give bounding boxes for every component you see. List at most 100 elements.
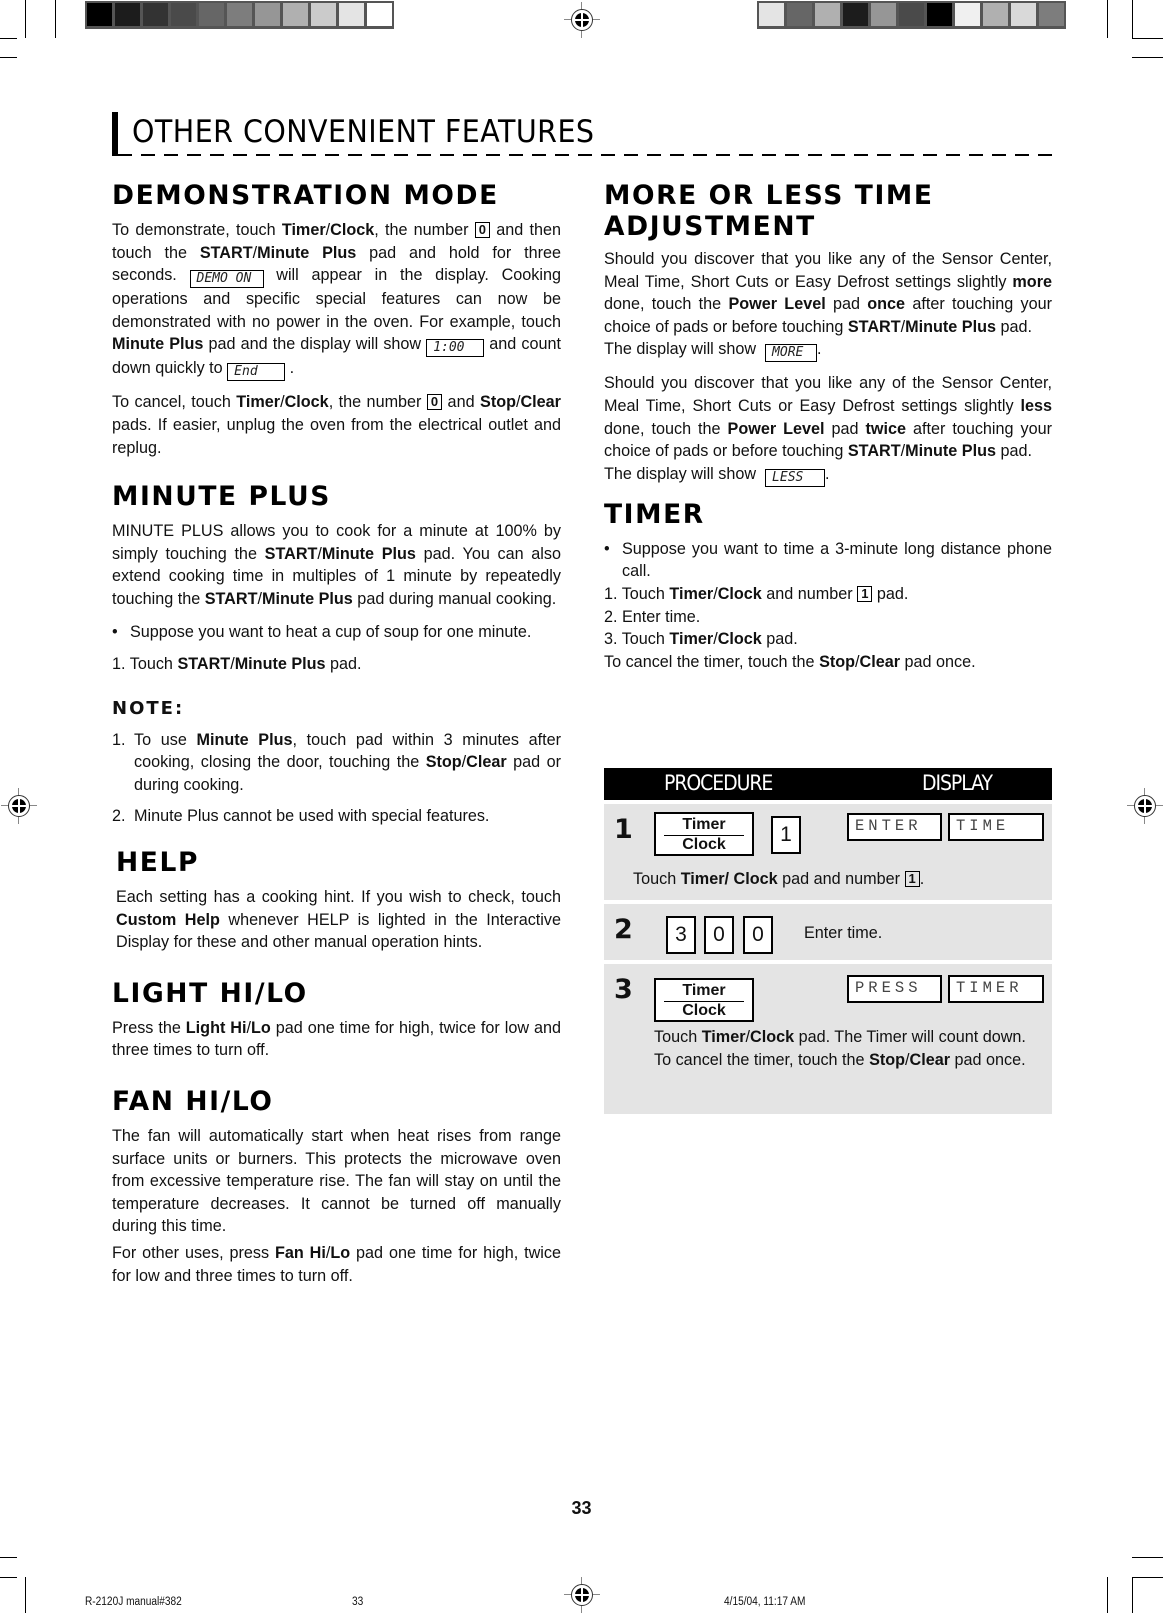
paragraph: Should you discover that you like any of… [604,372,1052,487]
key-badge: 1 [904,871,920,887]
text: pad [824,419,866,438]
text: pad during manual cooking. [352,589,557,608]
crop-mark [1132,1577,1163,1578]
pad-name: Clear [909,1050,951,1069]
note-item: 2. Minute Plus cannot be used with speci… [112,805,561,828]
paragraph: To cancel, touch Timer/Clock, the number… [112,391,561,459]
section-heading: LIGHT HI/LO [112,977,308,1009]
pad-name: Custom Help [116,910,220,929]
page-title: OTHER CONVENIENT FEATURES [132,114,595,150]
text: , the number [374,221,475,239]
pad-name: Power Level [727,419,825,438]
text: and [442,393,481,412]
text: . [825,464,830,483]
pad-name: Stop [869,1050,906,1069]
pad-name: Minute Plus [257,243,357,262]
pad-label-bottom: Clock [682,1002,726,1019]
pad-name: START [264,544,318,563]
step-item: 2. Enter time. [604,607,701,626]
pad-name: Timer [701,1028,746,1046]
lcd-display-badge: End [227,363,286,382]
bullet-item: • Suppose you want to heat a cup of soup… [112,621,561,644]
lcd-display-badge: MORE [765,344,818,363]
column-header-display: DISPLAY [922,771,993,795]
paragraph: The fan will automatically start when he… [112,1127,561,1236]
pad-name: Clock [330,221,375,239]
emphasis: more [1012,272,1052,291]
timer-clock-pad: Timer Clock [654,978,754,1022]
pad-name: Light Hi [185,1018,247,1037]
number-pad: 0 [743,916,773,954]
paragraph: To demonstrate, touch Timer/Clock, the n… [112,219,561,382]
text: . [285,359,295,378]
lcd-display-badge: LESS [765,468,826,487]
slug-page: 33 [352,1596,364,1608]
section-heading: MINUTE PLUS [112,481,331,513]
crop-mark [25,0,26,38]
section-help: HELP Each setting has a cooking hint. If… [112,847,561,954]
paragraph: Should you discover that you like any of… [604,248,1052,363]
pad-name: Clock [717,630,762,649]
color-swatch [871,3,896,26]
pad-name: Stop [425,753,462,772]
pad-label-bottom: Clock [682,836,726,853]
color-swatch [367,3,392,26]
text: 3. Touch [604,630,670,649]
dashed-rule [118,154,1052,156]
text: pad and number [777,870,905,888]
text: pad. [995,317,1032,336]
pad-name: Power Level [728,295,826,314]
lcd-display-badge: DEMO ON [189,270,264,289]
slug-filename: R-2120J manual#382 [85,1596,182,1608]
pad-label-top: Timer [664,816,744,836]
text: pad. [995,442,1032,461]
pad-name: Stop [480,393,516,412]
text: pad and the display will show [203,335,427,354]
step-item: 3. Touch Timer/Clock pad. [604,628,1052,651]
section-heading: TIMER [604,498,705,530]
text: The display will show [604,340,761,359]
crop-mark [1132,57,1163,58]
section-heading: DEMONSTRATION MODE [112,180,499,211]
pad-name: Clock [733,870,778,888]
key-badge: 0 [426,394,443,411]
text: Should you discover that you like any of… [604,374,1052,415]
section-minute-plus: MINUTE PLUS MINUTE PLUS allows you to co… [112,481,561,827]
note-number: 1. [112,730,126,749]
grayscale-color-bar-right [757,1,1066,29]
color-swatch [1011,3,1036,26]
procedure-step-2: 2 3 0 0 Enter time. [604,904,1052,960]
pad-name: Clock [717,584,762,603]
step-instruction: Enter time. [804,924,883,942]
pad-name: Stop [819,652,856,671]
emphasis: less [1020,396,1052,415]
text: and number [761,584,858,603]
number-pad: 3 [666,916,696,954]
text: Touch [654,1028,702,1046]
color-swatch [787,3,812,26]
grayscale-color-bar-left [85,1,394,29]
color-swatch [843,3,868,26]
note-heading: NOTE: [112,697,185,719]
pad-name: START [847,317,901,336]
text: pad [825,295,868,314]
text: To demonstrate, touch [112,221,282,239]
pad-name: START [204,589,258,608]
color-swatch [283,3,308,26]
text: Should you discover that you like any of… [604,250,1052,291]
pad-name: Minute Plus [905,317,996,336]
key-badge: 1 [857,585,873,602]
color-swatch [1039,3,1064,26]
timer-clock-pad: Timer Clock [654,812,754,856]
pad-name: Timer/ [680,870,729,888]
section-fan-hi-lo: FAN HI/LO The fan will automatically sta… [112,1086,561,1287]
crop-mark [1107,0,1108,38]
procedure-step-1: 1 Timer Clock 1 ENTER TIME Touch Timer/ … [604,804,1052,900]
text: To cancel the timer, touch the [604,652,820,671]
step-instruction: Touch Timer/Clock pad. The Timer will co… [654,1026,1039,1071]
color-swatch [115,3,140,26]
crop-mark [1132,0,1133,38]
paragraph: Press the Light Hi/Lo pad one time for h… [112,1017,561,1062]
text: done, touch the [604,419,728,438]
section-timer: TIMER • Suppose you want to time a 3-min… [604,499,1052,674]
